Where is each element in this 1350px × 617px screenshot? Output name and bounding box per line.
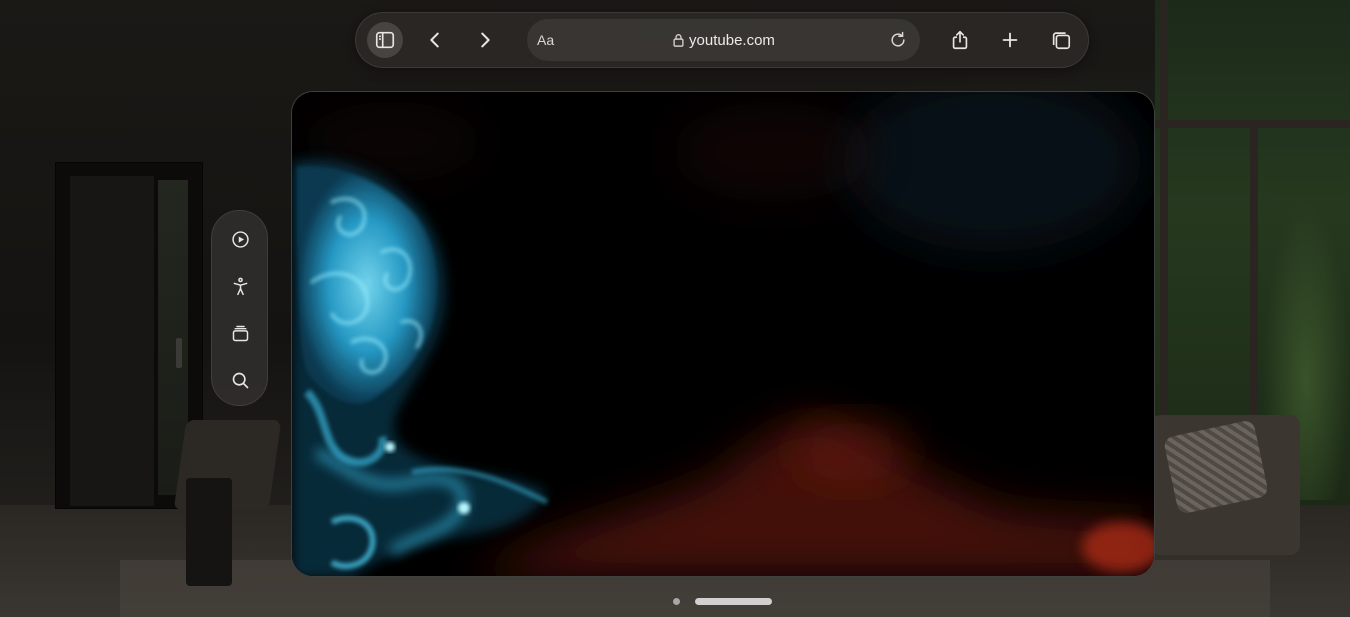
collections-button[interactable]	[222, 315, 258, 351]
video-content-window[interactable]	[291, 91, 1155, 577]
search-button[interactable]	[222, 362, 258, 398]
play-button[interactable]	[222, 221, 258, 257]
share-button[interactable]	[942, 22, 978, 58]
forward-button[interactable]	[467, 22, 503, 58]
plus-icon	[1002, 32, 1018, 48]
tab-overview-button[interactable]	[1043, 22, 1079, 58]
new-tab-button[interactable]	[992, 22, 1028, 58]
window-frame	[1155, 120, 1350, 128]
tabs-icon	[1052, 32, 1071, 50]
lock-icon	[673, 34, 684, 47]
reader-mode-button[interactable]: Aa	[535, 29, 556, 51]
room-door-handle	[176, 338, 182, 368]
fluid-video-frame	[292, 92, 1154, 576]
search-icon	[232, 372, 248, 388]
accessibility-icon	[233, 277, 247, 295]
browser-toolbar: Aa youtube.com	[355, 12, 1089, 68]
accessibility-button[interactable]	[222, 268, 258, 304]
side-ornament	[211, 210, 268, 406]
stack-icon	[232, 325, 248, 341]
share-icon	[952, 30, 968, 50]
chevron-left-icon	[430, 32, 439, 48]
sidebar-button[interactable]	[367, 22, 403, 58]
chevron-right-icon	[481, 32, 490, 48]
url-display: youtube.com	[527, 19, 920, 61]
play-circle-icon	[231, 230, 249, 248]
reload-icon	[891, 31, 905, 47]
window-grabber-bar[interactable]	[695, 598, 772, 605]
url-text: youtube.com	[689, 31, 775, 49]
reload-button[interactable]	[886, 28, 910, 52]
room-door-panel	[70, 176, 154, 506]
sidebar-icon	[375, 31, 395, 49]
room-stool	[186, 478, 232, 586]
address-bar[interactable]: Aa youtube.com	[527, 19, 920, 61]
back-button[interactable]	[417, 22, 453, 58]
window-close-dot[interactable]	[673, 598, 680, 605]
